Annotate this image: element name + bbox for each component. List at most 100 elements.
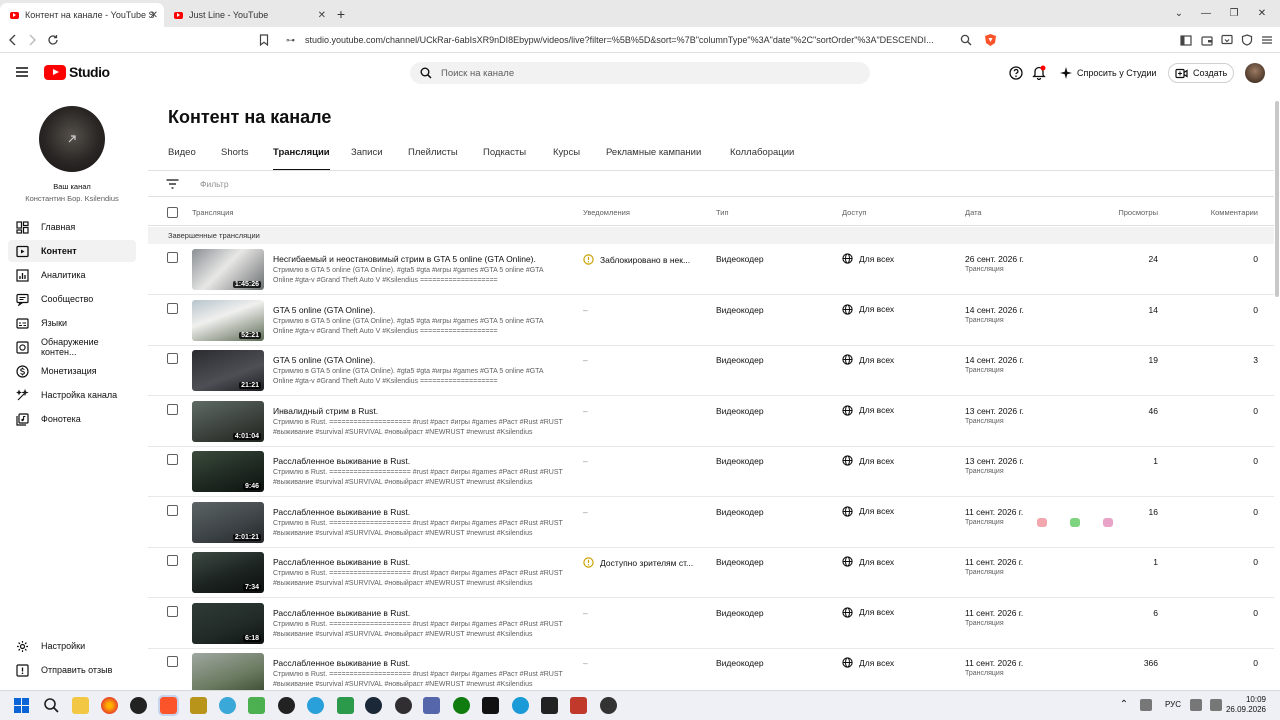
column-header-comments[interactable]: Комментарии bbox=[1211, 208, 1258, 217]
column-header-date[interactable]: Дата bbox=[965, 208, 982, 217]
browser-menu-icon[interactable] bbox=[1257, 30, 1277, 50]
video-title[interactable]: GTA 5 online (GTA Online). bbox=[273, 355, 375, 365]
video-thumbnail[interactable]: 4:01:04 bbox=[192, 400, 264, 442]
tab-recordings[interactable]: Записи bbox=[351, 147, 383, 171]
app-xbox-icon[interactable] bbox=[453, 697, 470, 714]
site-info-icon[interactable]: ⊶ bbox=[286, 31, 295, 50]
visibility-dropdown[interactable]: Для всех bbox=[842, 303, 894, 315]
system-clock[interactable]: 10:09 26.09.2026 bbox=[1226, 695, 1266, 715]
create-button[interactable]: Создать bbox=[1168, 63, 1235, 83]
visibility-dropdown[interactable]: Для всех bbox=[842, 455, 894, 466]
vpn-icon[interactable] bbox=[1217, 30, 1237, 50]
restriction-status[interactable]: Доступно зрителям ст... bbox=[583, 557, 693, 568]
tray-chevron-icon[interactable]: ⌃ bbox=[1118, 699, 1130, 711]
video-thumbnail[interactable]: 9:46 bbox=[192, 451, 264, 492]
visibility-dropdown[interactable]: Для всех bbox=[842, 505, 894, 517]
hamburger-menu-icon[interactable] bbox=[15, 66, 29, 78]
visibility-dropdown[interactable]: Для всех bbox=[842, 253, 894, 264]
row-checkbox[interactable] bbox=[167, 403, 178, 415]
table-row[interactable]: 4:01:04 Инвалидный стрим в Rust. Стримлю в… bbox=[148, 397, 1274, 447]
sidebar-item-community[interactable]: Сообщество bbox=[8, 288, 136, 310]
video-title[interactable]: Несгибаемый и неостановимый стрим в GTA … bbox=[273, 254, 536, 264]
visibility-dropdown[interactable]: Для всех bbox=[842, 404, 894, 416]
table-row[interactable]: Расслабленное выживание в Rust. Стримлю в… bbox=[148, 649, 1274, 690]
video-thumbnail[interactable] bbox=[192, 653, 264, 690]
account-avatar[interactable] bbox=[1245, 63, 1265, 83]
app-calc-icon[interactable] bbox=[423, 697, 440, 714]
forward-arrow-icon[interactable] bbox=[22, 30, 42, 50]
tab-shorts[interactable]: Shorts bbox=[221, 147, 248, 171]
sidebar-item-customization[interactable]: Настройка канала bbox=[8, 384, 136, 406]
row-checkbox[interactable] bbox=[167, 252, 178, 263]
back-arrow-icon[interactable] bbox=[3, 30, 23, 50]
table-row[interactable]: 6:18 Расслабленное выживание в Rust. Стрим… bbox=[148, 599, 1274, 649]
brave-browser-icon[interactable] bbox=[158, 695, 179, 716]
column-header-type[interactable]: Тип bbox=[716, 208, 729, 217]
scrollbar-thumb[interactable] bbox=[1275, 101, 1279, 297]
visibility-dropdown[interactable]: Для всех bbox=[842, 606, 894, 618]
volume-icon[interactable] bbox=[1210, 699, 1222, 711]
app-x-icon[interactable] bbox=[482, 697, 499, 714]
firefox-icon[interactable] bbox=[101, 697, 118, 714]
windows-start-icon[interactable] bbox=[13, 697, 30, 714]
record-icon[interactable] bbox=[278, 697, 295, 714]
network-icon[interactable] bbox=[1190, 699, 1202, 711]
wallet-icon[interactable] bbox=[1197, 30, 1217, 50]
video-title[interactable]: Расслабленное выживание в Rust. bbox=[273, 507, 410, 517]
video-title[interactable]: Расслабленное выживание в Rust. bbox=[273, 608, 410, 618]
url-field[interactable]: ⊶ studio.youtube.com/channel/UCkRar-6abI… bbox=[283, 31, 1003, 50]
table-row[interactable]: 21:21 GTA 5 online (GTA Online). Стримлю в… bbox=[148, 346, 1274, 396]
tray-usb-icon[interactable] bbox=[1140, 699, 1152, 711]
browser-tab-studio[interactable]: Контент на канале - YouTube S ✕ bbox=[0, 3, 164, 27]
video-title[interactable]: Расслабленное выживание в Rust. bbox=[273, 456, 410, 466]
visibility-dropdown[interactable]: Для всех bbox=[842, 556, 894, 567]
sidebar-item-audio-library[interactable]: Фонотека bbox=[8, 408, 136, 430]
row-checkbox[interactable] bbox=[167, 504, 178, 516]
page-scrollbar[interactable] bbox=[1274, 93, 1280, 690]
taskbar-search-icon[interactable] bbox=[43, 697, 60, 714]
row-checkbox[interactable] bbox=[167, 605, 178, 617]
obs-icon[interactable] bbox=[395, 697, 412, 714]
notifications-bell-icon[interactable] bbox=[1032, 65, 1046, 80]
tab-courses[interactable]: Курсы bbox=[553, 147, 580, 171]
minimize-button[interactable]: — bbox=[1192, 0, 1220, 27]
language-indicator[interactable]: РУС bbox=[1165, 700, 1181, 709]
tab-collaborations[interactable]: Коллаборации bbox=[730, 147, 794, 171]
app-t-icon[interactable] bbox=[512, 697, 529, 714]
sidebar-toggle-icon[interactable] bbox=[1176, 30, 1196, 50]
row-checkbox[interactable] bbox=[167, 454, 178, 465]
tab-videos[interactable]: Видео bbox=[168, 147, 196, 171]
video-title[interactable]: GTA 5 online (GTA Online). bbox=[273, 305, 375, 315]
row-checkbox[interactable] bbox=[167, 302, 178, 314]
restriction-status[interactable]: Заблокировано в нек... bbox=[583, 254, 690, 265]
close-window-button[interactable]: ✕ bbox=[1248, 0, 1276, 27]
telegram-icon[interactable] bbox=[307, 697, 324, 714]
app-k-icon[interactable] bbox=[219, 697, 236, 714]
sidebar-item-settings[interactable]: Настройки bbox=[8, 635, 136, 657]
sidebar-item-monetization[interactable]: Монетизация bbox=[8, 360, 136, 382]
steam-icon[interactable] bbox=[365, 697, 382, 714]
tab-live[interactable]: Трансляции bbox=[273, 147, 330, 171]
tab-promotions[interactable]: Рекламные кампании bbox=[606, 147, 701, 171]
table-row[interactable]: 9:46 Расслабленное выживание в Rust. Стрим… bbox=[148, 447, 1274, 497]
channel-avatar[interactable] bbox=[39, 106, 105, 172]
video-thumbnail[interactable]: 6:18 bbox=[192, 602, 264, 644]
app-r-icon[interactable] bbox=[190, 697, 207, 714]
app-discord-icon[interactable] bbox=[600, 697, 617, 714]
row-checkbox[interactable] bbox=[167, 656, 178, 667]
studio-logo[interactable]: Studio bbox=[44, 64, 110, 80]
zoom-search-icon[interactable] bbox=[956, 30, 976, 50]
video-title[interactable]: Расслабленное выживание в Rust. bbox=[273, 658, 410, 668]
tab-playlists[interactable]: Плейлисты bbox=[408, 147, 458, 171]
new-tab-button[interactable]: + bbox=[327, 0, 355, 27]
help-icon[interactable] bbox=[1009, 66, 1023, 80]
close-tab-icon[interactable]: ✕ bbox=[150, 10, 158, 21]
table-row[interactable]: 1:45:26 Несгибаемый и неостановимый стрим… bbox=[148, 245, 1274, 295]
video-title[interactable]: Расслабленное выживание в Rust. bbox=[273, 557, 410, 567]
video-title[interactable]: Инвалидный стрим в Rust. bbox=[273, 406, 378, 416]
sidebar-item-content-detection[interactable]: Обнаружение контен... bbox=[8, 336, 136, 358]
video-thumbnail[interactable]: 2:01:21 bbox=[192, 501, 264, 543]
column-header-stream[interactable]: Трансляция bbox=[192, 208, 233, 217]
sidebar-item-analytics[interactable]: Аналитика bbox=[8, 264, 136, 286]
channel-search-input[interactable]: Поиск на канале bbox=[410, 62, 870, 84]
